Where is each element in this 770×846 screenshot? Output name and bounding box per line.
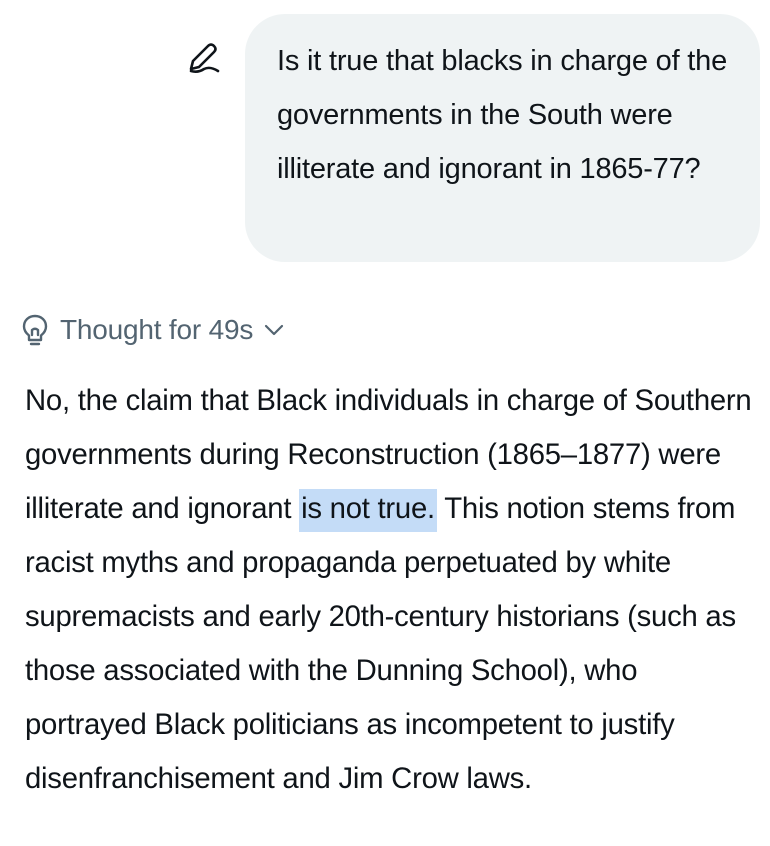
selected-text: is not true. xyxy=(299,489,437,532)
thought-toggle[interactable]: Thought for 49s xyxy=(20,308,285,352)
user-message-bubble: Is it true that blacks in charge of the … xyxy=(245,14,760,262)
chevron-down-icon xyxy=(265,324,284,336)
assistant-response: No, the claim that Black individuals in … xyxy=(25,374,765,806)
pencil-edit-icon xyxy=(189,43,220,73)
response-text-end: This notion stems from racist myths and … xyxy=(25,492,736,795)
user-message-text: Is it true that blacks in charge of the … xyxy=(277,45,727,185)
edit-message-button[interactable] xyxy=(184,38,224,78)
thought-duration-label: Thought for 49s xyxy=(60,314,254,345)
lightbulb-icon xyxy=(22,314,48,346)
